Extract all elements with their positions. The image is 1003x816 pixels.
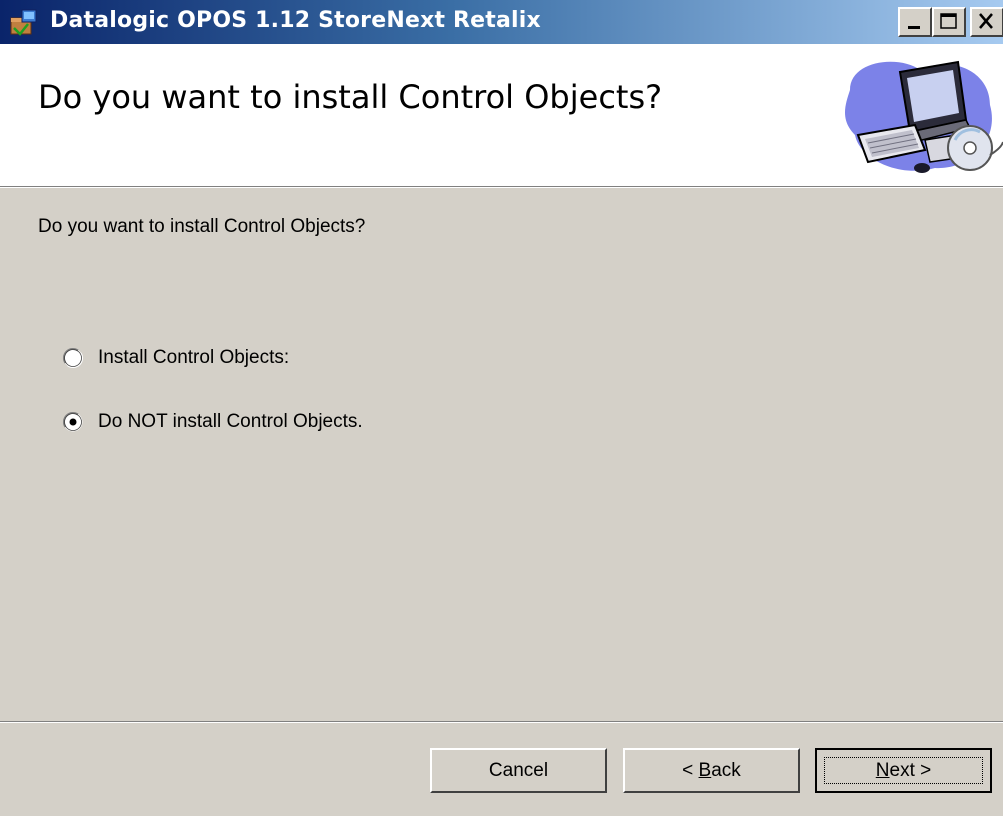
header-separator bbox=[0, 186, 1003, 188]
radio-do-not-install-label[interactable]: Do NOT install Control Objects. bbox=[98, 411, 363, 433]
radio-button-unselected[interactable] bbox=[62, 347, 84, 369]
maximize-button[interactable] bbox=[932, 7, 966, 37]
minimize-icon bbox=[908, 26, 920, 29]
window-title: Datalogic OPOS 1.12 StoreNext Retalix bbox=[50, 8, 541, 33]
computer-icon bbox=[845, 60, 1003, 173]
close-icon bbox=[979, 13, 993, 29]
minimize-button[interactable] bbox=[898, 7, 932, 37]
radio-button-selected[interactable] bbox=[62, 411, 84, 433]
next-button[interactable]: Next > bbox=[815, 748, 992, 793]
back-button[interactable]: < Back bbox=[623, 748, 800, 793]
maximize-icon bbox=[940, 13, 957, 29]
close-button[interactable] bbox=[970, 7, 1003, 37]
back-label-prefix: < bbox=[682, 760, 699, 781]
question-text: Do you want to install Control Objects? bbox=[38, 216, 366, 237]
title-bar[interactable]: Datalogic OPOS 1.12 StoreNext Retalix bbox=[0, 0, 1003, 44]
back-label-rest: ack bbox=[711, 760, 741, 781]
footer-separator bbox=[0, 721, 1003, 723]
header-banner: Do you want to install Control Objects? bbox=[0, 44, 1003, 186]
cancel-button[interactable]: Cancel bbox=[430, 748, 607, 793]
focus-rectangle bbox=[824, 757, 983, 784]
installer-icon bbox=[10, 9, 37, 36]
back-label-hotkey: B bbox=[698, 760, 712, 781]
radio-install-label[interactable]: Install Control Objects: bbox=[98, 347, 289, 369]
page-title: Do you want to install Control Objects? bbox=[38, 78, 663, 116]
